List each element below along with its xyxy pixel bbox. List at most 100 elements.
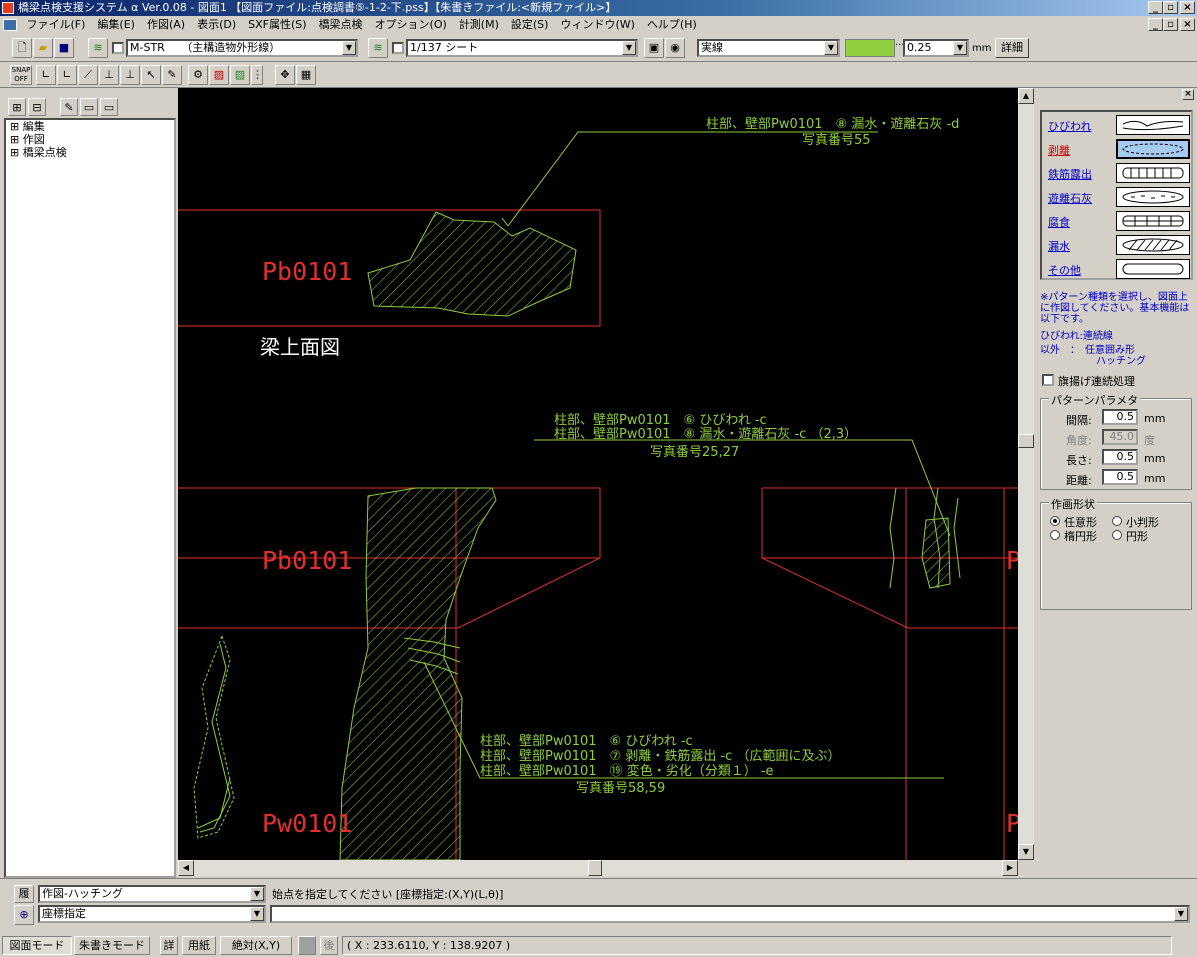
chevron-down-icon[interactable]: ▼ <box>622 41 636 55</box>
menu-draw[interactable]: 作図(A) <box>141 16 191 34</box>
tool-polyline-button[interactable]: ∟ <box>57 65 77 85</box>
drawing-mode-button[interactable]: 図面モード <box>2 936 72 955</box>
menu-view[interactable]: 表示(D) <box>191 16 242 34</box>
scroll-left-icon[interactable]: ◀ <box>178 860 194 876</box>
detail-status-button[interactable]: 詳 <box>160 936 178 955</box>
relative-icon[interactable] <box>298 936 316 955</box>
sheet-view-button[interactable]: ◉ <box>665 38 685 58</box>
tool-symbol-button[interactable]: ⚙ <box>188 65 208 85</box>
tool-separator-button[interactable]: ⋮ <box>251 65 263 85</box>
maximize-button[interactable]: ▫ <box>1163 1 1178 14</box>
menu-edit[interactable]: 編集(E) <box>91 16 141 34</box>
pattern-efflorescence-swatch[interactable] <box>1116 187 1190 207</box>
tree-node-bridge[interactable]: ⊞ 橋梁点検 <box>6 146 174 159</box>
pattern-corrosion-swatch[interactable] <box>1116 211 1190 231</box>
doc-minimize-button[interactable]: _ <box>1148 18 1163 31</box>
tool-offset-button[interactable]: ⊥ <box>120 65 140 85</box>
history-button[interactable]: 履 <box>14 885 34 903</box>
new-file-button[interactable]: 🗋 <box>12 38 32 58</box>
tool-dim-button[interactable]: ⊥ <box>99 65 119 85</box>
chevron-down-icon[interactable]: ▼ <box>250 887 264 901</box>
scroll-thumb-v[interactable] <box>1018 434 1034 448</box>
scroll-down-icon[interactable]: ▼ <box>1018 844 1034 860</box>
menu-bridge-inspection[interactable]: 橋梁点検 <box>313 16 369 34</box>
param-interval-input[interactable]: 0.5 <box>1102 409 1138 425</box>
absolute-coord-button[interactable]: 絶対(X,Y) <box>220 936 292 955</box>
menu-settings[interactable]: 設定(S) <box>505 16 555 34</box>
chevron-down-icon[interactable]: ▼ <box>824 41 838 55</box>
detail-button[interactable]: 詳細 <box>995 38 1029 58</box>
shape-freeform-radio[interactable] <box>1050 516 1060 526</box>
layer-select[interactable]: M-STR （主構造物外形線） ▼ <box>126 39 358 57</box>
command-input[interactable]: ▼ <box>270 905 1190 923</box>
menu-file[interactable]: ファイル(F) <box>21 16 92 34</box>
redline-mode-button[interactable]: 朱書きモード <box>74 936 150 955</box>
pattern-leak-swatch[interactable] <box>1116 235 1190 255</box>
sheet-prop-button[interactable]: ▣ <box>644 38 664 58</box>
layer-button[interactable]: ≋ <box>88 38 108 58</box>
layer-lock-checkbox[interactable] <box>112 42 124 54</box>
pattern-other-swatch[interactable] <box>1116 259 1190 279</box>
open-file-button[interactable]: ▰ <box>33 38 53 58</box>
menu-option[interactable]: オプション(O) <box>369 16 453 34</box>
sheet-select[interactable]: 1/137 シート ▼ <box>406 39 638 57</box>
tree-collapse-button[interactable]: ⊟ <box>28 98 46 116</box>
flag-continuous-checkbox[interactable] <box>1042 374 1054 386</box>
tree-expand-button[interactable]: ⊞ <box>8 98 26 116</box>
menu-measure[interactable]: 計測(M) <box>453 16 505 34</box>
chevron-down-icon[interactable]: ▼ <box>1174 907 1188 921</box>
paper-button[interactable]: 用紙 <box>182 936 216 955</box>
tree-page2-button[interactable]: ▭ <box>100 98 118 116</box>
tree-page-button[interactable]: ▭ <box>80 98 98 116</box>
tool-move-button[interactable]: ✥ <box>275 65 295 85</box>
drawing-svg[interactable]: Pb0101 Pb0101 Pw0101 P P 梁上面図 柱部、壁部Pw010… <box>178 88 1018 860</box>
coord-mode-select[interactable]: 座標指定 ▼ <box>38 905 266 923</box>
line-color-swatch[interactable] <box>845 39 895 57</box>
line-width-select[interactable]: 0.25 ▼ <box>903 39 969 57</box>
pattern-rebar-link[interactable]: 鉄筋露出 <box>1048 166 1092 182</box>
pattern-crack-swatch[interactable] <box>1116 115 1190 135</box>
minimize-button[interactable]: _ <box>1148 1 1163 14</box>
panel-close-button[interactable]: × <box>1182 89 1194 100</box>
drawing-canvas[interactable]: Pb0101 Pb0101 Pw0101 P P 梁上面図 柱部、壁部Pw010… <box>178 88 1018 860</box>
pattern-leak-link[interactable]: 漏水 <box>1048 238 1070 254</box>
tool-select-button[interactable]: ↖ <box>141 65 161 85</box>
shape-oval-radio[interactable] <box>1112 516 1122 526</box>
menu-sxf[interactable]: SXF属性(S) <box>242 16 312 34</box>
chevron-down-icon[interactable]: ▼ <box>342 41 356 55</box>
vertical-scrollbar[interactable]: ▲ ▼ <box>1018 88 1034 860</box>
sheet-checkbox[interactable] <box>392 42 404 54</box>
scroll-right-icon[interactable]: ▶ <box>1002 860 1018 876</box>
tool-hatch-button[interactable]: ▨ <box>209 65 229 85</box>
color-more-icon[interactable]: ··· <box>895 39 905 57</box>
tree-edit-button[interactable]: ✎ <box>60 98 78 116</box>
coord-button[interactable]: ⊕ <box>14 905 34 925</box>
sheet-button[interactable]: ≋ <box>368 38 388 58</box>
tool-edit-button[interactable]: ✎ <box>162 65 182 85</box>
pattern-spall-link[interactable]: 剥離 <box>1048 142 1070 158</box>
scroll-thumb-h[interactable] <box>588 860 602 876</box>
pattern-crack-link[interactable]: ひびわれ <box>1048 118 1091 134</box>
after-button[interactable]: 後 <box>320 936 338 955</box>
pattern-spall-swatch[interactable] <box>1116 139 1190 159</box>
tool-pattern-button[interactable]: ▨ <box>230 65 250 85</box>
snap-toggle-button[interactable]: SNAP OFF <box>10 65 32 85</box>
pattern-rebar-swatch[interactable] <box>1116 163 1190 183</box>
tool-grid-button[interactable]: ▦ <box>296 65 316 85</box>
pattern-corrosion-link[interactable]: 腐食 <box>1048 214 1070 230</box>
mode-select[interactable]: 作図-ハッチング ▼ <box>38 885 266 903</box>
scroll-up-icon[interactable]: ▲ <box>1018 88 1034 104</box>
tool-slant-button[interactable]: ⟋ <box>78 65 98 85</box>
shape-ellipse-radio[interactable] <box>1050 530 1060 540</box>
menu-window[interactable]: ウィンドウ(W) <box>554 16 640 34</box>
pattern-other-link[interactable]: その他 <box>1048 262 1081 278</box>
tree-node-draw[interactable]: ⊞ 作図 <box>6 133 174 146</box>
close-button[interactable]: × <box>1180 1 1195 14</box>
save-button[interactable]: ■ <box>54 38 74 58</box>
shape-circle-radio[interactable] <box>1112 530 1122 540</box>
chevron-down-icon[interactable]: ▼ <box>250 907 264 921</box>
horizontal-scrollbar[interactable]: ◀ ▶ <box>178 860 1018 876</box>
param-length-input[interactable]: 0.5 <box>1102 449 1138 465</box>
pattern-efflorescence-link[interactable]: 遊離石灰 <box>1048 190 1092 206</box>
menu-help[interactable]: ヘルプ(H) <box>641 16 703 34</box>
